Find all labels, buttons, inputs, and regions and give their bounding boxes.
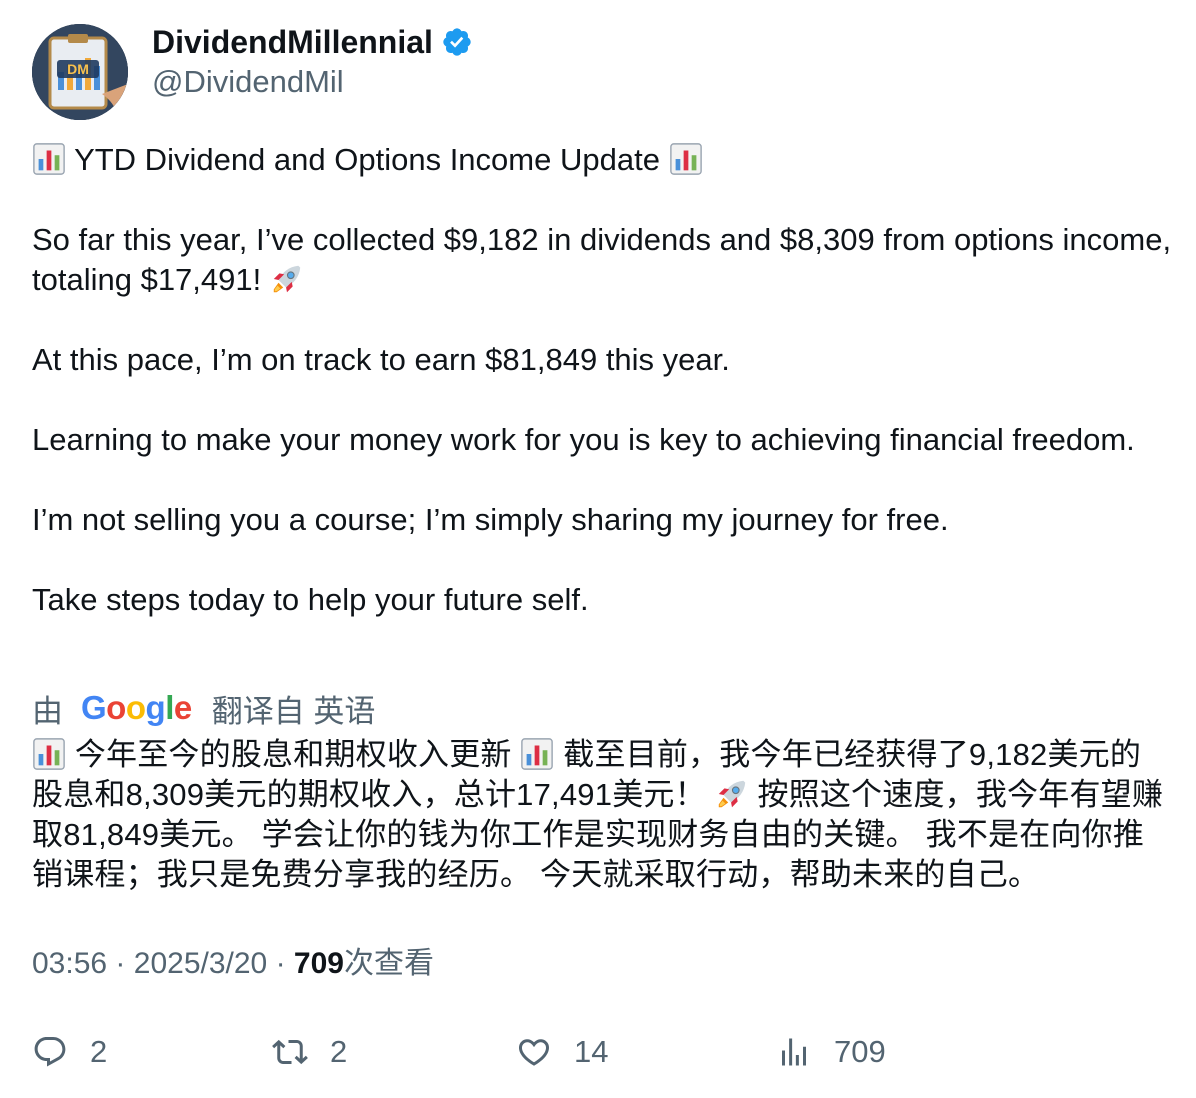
avatar[interactable]: DM bbox=[32, 24, 128, 120]
action-bar: 2 2 14 709 bbox=[32, 1030, 1172, 1074]
tweet-paragraph: At this pace, I’m on track to earn $81,8… bbox=[32, 342, 730, 377]
views-label: 次查看 bbox=[343, 947, 434, 980]
bar-chart-emoji-icon bbox=[669, 143, 702, 175]
tweet-line-1: YTD Dividend and Options Income Update bbox=[74, 142, 660, 177]
reply-count: 2 bbox=[90, 1034, 108, 1069]
translated-segment: 今年至今的股息和期权收入更新 bbox=[74, 737, 512, 772]
rocket-emoji-icon bbox=[273, 265, 301, 293]
repost-icon bbox=[272, 1039, 308, 1065]
analytics-icon bbox=[782, 1038, 806, 1066]
like-button[interactable]: 14 bbox=[516, 1030, 608, 1074]
tweet-time[interactable]: 03:56 bbox=[32, 947, 107, 980]
tweet-line-2: So far this year, I’ve collected $9,182 … bbox=[32, 222, 1172, 297]
heart-icon bbox=[518, 1039, 550, 1066]
tweet-text: YTD Dividend and Options Income Update S… bbox=[32, 140, 1172, 620]
tweet-paragraph: I’m not selling you a course; I’m simply… bbox=[32, 502, 949, 537]
verified-badge-icon bbox=[443, 28, 471, 56]
google-logo: Google bbox=[81, 689, 192, 726]
repost-count: 2 bbox=[330, 1034, 348, 1069]
views-button[interactable]: 709 bbox=[776, 1030, 886, 1074]
meta-separator: · bbox=[115, 947, 126, 980]
avatar-image: DM bbox=[32, 24, 128, 120]
tweet-meta: 03:56 · 2025/3/20 · 709次查看 bbox=[32, 944, 434, 984]
reply-button[interactable]: 2 bbox=[32, 1030, 107, 1074]
author-handle[interactable]: @DividendMil bbox=[152, 62, 344, 102]
display-name[interactable]: DividendMillennial bbox=[152, 22, 433, 62]
views-count-action: 709 bbox=[834, 1034, 886, 1069]
translation-attribution: 由 Google 翻译自 英语 bbox=[32, 686, 375, 730]
bar-chart-emoji-icon bbox=[33, 143, 65, 175]
avatar-text: DM bbox=[67, 61, 89, 77]
repost-button[interactable]: 2 bbox=[272, 1030, 347, 1074]
translated-from-link[interactable]: 翻译自 英语 bbox=[212, 686, 376, 731]
bar-chart-emoji-icon bbox=[33, 738, 65, 770]
bar-chart-emoji-icon bbox=[521, 738, 554, 770]
tweet-date[interactable]: 2025/3/20 bbox=[134, 947, 267, 980]
reply-icon bbox=[34, 1037, 66, 1067]
rocket-emoji-icon bbox=[718, 780, 745, 808]
tweet-paragraph: So far this year, I’ve collected $9,182 … bbox=[32, 220, 1172, 300]
views-count: 709 bbox=[293, 947, 344, 980]
tweet-paragraph: Learning to make your money work for you… bbox=[32, 422, 1135, 457]
translated-text: 今年至今的股息和期权收入更新 截至目前，我今年已经获得了9,182美元的股息和8… bbox=[32, 735, 1172, 895]
translated-by-label: 由 bbox=[32, 693, 63, 729]
like-count: 14 bbox=[574, 1034, 609, 1069]
tweet-paragraph: YTD Dividend and Options Income Update bbox=[32, 140, 1172, 180]
meta-separator: · bbox=[275, 947, 286, 980]
author-name[interactable]: DividendMillennial bbox=[152, 22, 473, 62]
tweet-paragraph: Take steps today to help your future sel… bbox=[32, 582, 589, 617]
